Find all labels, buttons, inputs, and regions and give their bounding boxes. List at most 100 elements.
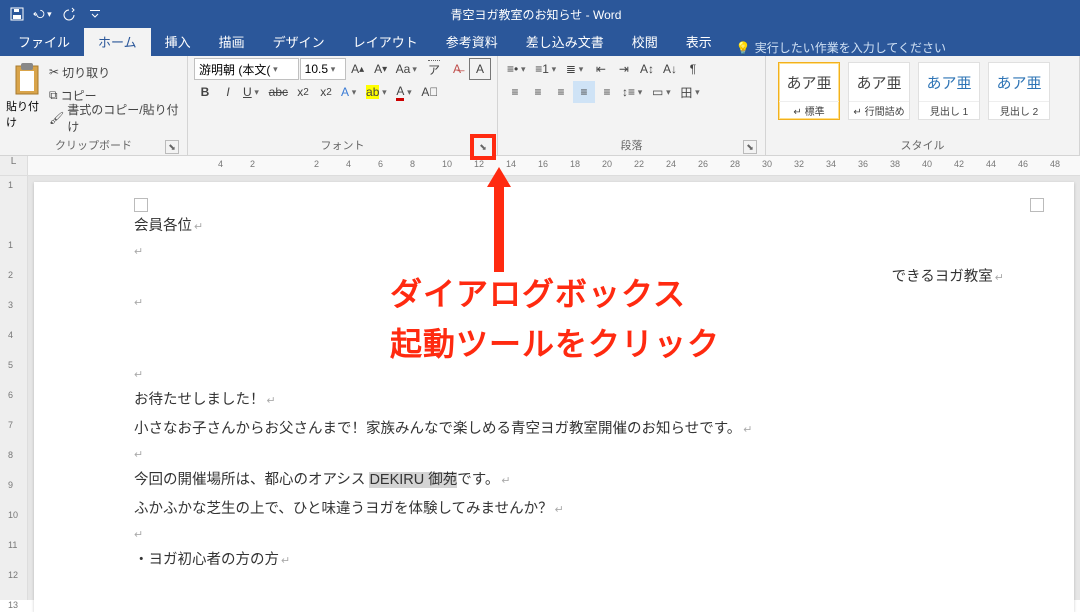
shrink-font-button[interactable]: A▾ [370,58,392,80]
change-case-button[interactable]: Aa▾ [393,58,422,80]
clear-format-button[interactable]: A̶ [446,58,468,80]
margin-corner [1030,198,1044,212]
selected-text: DEKIRU 御苑 [369,472,457,488]
title-bar: ▾ 青空ヨガ教室のお知らせ - Word [0,0,1080,28]
window-title: 青空ヨガ教室のお知らせ - Word [112,6,960,23]
clipboard-group-label: クリップボード⬊ [6,137,181,155]
ribbon-tabs: ファイル ホーム 挿入 描画 デザイン レイアウト 参考資料 差し込み文書 校閲… [0,28,1080,56]
align-center-button[interactable]: ≡ [527,81,549,103]
tab-home[interactable]: ホーム [84,28,151,56]
doc-paragraph[interactable]: お待たせしました！ [134,386,1004,415]
enclose-char-button[interactable]: A [469,58,491,80]
clipboard-launcher[interactable]: ⬊ [165,140,179,154]
style-item[interactable]: あア亜↵ 行間詰め [848,62,910,120]
highlight-button[interactable]: ab▾ [363,81,392,103]
ribbon: 貼り付け ✂切り取り ⧉コピー 🖌書式のコピー/貼り付け クリップボード⬊ 游明… [0,56,1080,156]
tab-mailings[interactable]: 差し込み文書 [512,28,618,56]
paragraph-group-label: 段落⬊ [504,137,759,155]
show-marks-button[interactable]: ¶ [682,58,704,80]
phonetic-guide-button[interactable]: ア [423,58,445,80]
doc-paragraph[interactable]: ふかふかな芝生の上で、ひと味違うヨガを体験してみませんか？ [134,495,1004,524]
multilevel-button[interactable]: ≣▾ [563,58,589,80]
redo-icon[interactable] [58,3,80,25]
styles-group-label: スタイル [772,137,1073,155]
undo-icon[interactable]: ▾ [32,3,54,25]
paragraph-launcher[interactable]: ⬊ [743,140,757,154]
annotation-arrow [484,162,514,272]
ruler-corner: L [0,156,28,175]
workspace: 112345678910111213 会員各位 ↵ できるヨガ教室 ↵ ↵ お待… [0,176,1080,600]
group-styles: あア亜↵ 標準あア亜↵ 行間詰めあア亜見出し 1あア亜見出し 2 スタイル [766,56,1080,155]
numbering-button[interactable]: ≡1▾ [532,58,562,80]
annotation-text: ダイアログボックス 起動ツールをクリック [390,270,720,369]
font-color-button[interactable]: A▾ [393,81,417,103]
scissors-icon: ✂ [49,65,59,79]
align-right-button[interactable]: ≡ [550,81,572,103]
strike-button[interactable]: abc [266,81,291,103]
tab-insert[interactable]: 挿入 [151,28,205,56]
tab-file[interactable]: ファイル [4,28,84,56]
increase-indent-button[interactable]: ⇥ [613,58,635,80]
doc-paragraph[interactable]: 今回の開催場所は、都心のオアシス DEKIRU 御苑です。 [134,466,1004,495]
document-page[interactable]: 会員各位 ↵ できるヨガ教室 ↵ ↵ お待たせしました！ 小さなお子さんからお父… [34,182,1074,612]
tell-me-text: 実行したい作業を入力してください [755,39,946,56]
distribute-button[interactable]: ≡ [596,81,618,103]
font-size-combo[interactable]: 10.5▾ [300,58,346,80]
paste-label: 貼り付け [6,98,47,130]
qat-more-icon[interactable] [84,3,106,25]
borders-button[interactable]: 田▾ [677,81,705,103]
doc-paragraph[interactable]: ↵ [134,524,1004,546]
char-shading-button[interactable]: A⃞ [418,81,441,103]
superscript-button[interactable]: x2 [315,81,337,103]
font-dialog-launcher[interactable]: ⬊ [470,134,496,160]
lightbulb-icon: 💡 [736,41,751,55]
brush-icon: 🖌 [49,111,64,125]
style-item[interactable]: あア亜見出し 1 [918,62,980,120]
underline-button[interactable]: U▾ [240,81,265,103]
tab-view[interactable]: 表示 [672,28,726,56]
style-item[interactable]: あア亜見出し 2 [988,62,1050,120]
doc-paragraph[interactable]: 小さなお子さんからお父さんまで！家族みんなで楽しめる青空ヨガ教室開催のお知らせで… [134,415,1004,444]
shading-button[interactable]: ▭▾ [649,81,676,103]
tab-design[interactable]: デザイン [259,28,339,56]
style-item[interactable]: あア亜↵ 標準 [778,62,840,120]
vertical-ruler[interactable]: 112345678910111213 [0,176,28,600]
italic-button[interactable]: I [217,81,239,103]
justify-button[interactable]: ≡ [573,81,595,103]
tell-me[interactable]: 💡 実行したい作業を入力してください [726,39,956,56]
format-painter-button[interactable]: 🖌書式のコピー/貼り付け [49,107,181,129]
tab-draw[interactable]: 描画 [205,28,259,56]
align-left-button[interactable]: ≡ [504,81,526,103]
font-group-label: フォント ⬊ [194,137,491,155]
group-clipboard: 貼り付け ✂切り取り ⧉コピー 🖌書式のコピー/貼り付け クリップボード⬊ [0,56,188,155]
tab-references[interactable]: 参考資料 [432,28,512,56]
subscript-button[interactable]: x2 [292,81,314,103]
tab-review[interactable]: 校閲 [618,28,672,56]
margin-corner [134,198,148,212]
paste-button[interactable]: 貼り付け [6,58,47,137]
decrease-indent-button[interactable]: ⇤ [590,58,612,80]
font-name-combo[interactable]: 游明朝 (本文(▾ [194,58,299,80]
bullets-button[interactable]: ≡•▾ [504,58,531,80]
copy-icon: ⧉ [49,88,58,103]
doc-paragraph[interactable]: 会員各位 [134,212,1004,241]
doc-paragraph[interactable]: ↵ [134,241,1004,263]
quick-access-toolbar: ▾ [0,3,112,25]
painter-label: 書式のコピー/貼り付け [67,101,181,135]
horizontal-ruler[interactable]: 4224681012141618202224262830323436384042… [28,156,1080,175]
group-paragraph: ≡•▾ ≡1▾ ≣▾ ⇤ ⇥ A↕ A↓ ¶ ≡ ≡ ≡ ≡ ≡ ↕≡▾ ▭▾ … [498,56,766,155]
sort-button[interactable]: A↓ [659,58,681,80]
text-direction-button[interactable]: A↕ [636,58,658,80]
cut-label: 切り取り [62,64,110,81]
save-icon[interactable] [6,3,28,25]
line-spacing-button[interactable]: ↕≡▾ [619,81,648,103]
bold-button[interactable]: B [194,81,216,103]
tab-layout[interactable]: レイアウト [339,28,432,56]
group-font: 游明朝 (本文(▾ 10.5▾ A▴ A▾ Aa▾ ア A̶ A B I U▾ … [188,56,498,155]
text-effects-button[interactable]: A▾ [338,81,362,103]
grow-font-button[interactable]: A▴ [347,58,369,80]
doc-paragraph[interactable]: ・ヨガ初心者の方の方 [134,546,1004,575]
cut-button[interactable]: ✂切り取り [49,61,181,83]
doc-paragraph[interactable]: ↵ [134,444,1004,466]
ruler-bar: L 42246810121416182022242628303234363840… [0,156,1080,176]
